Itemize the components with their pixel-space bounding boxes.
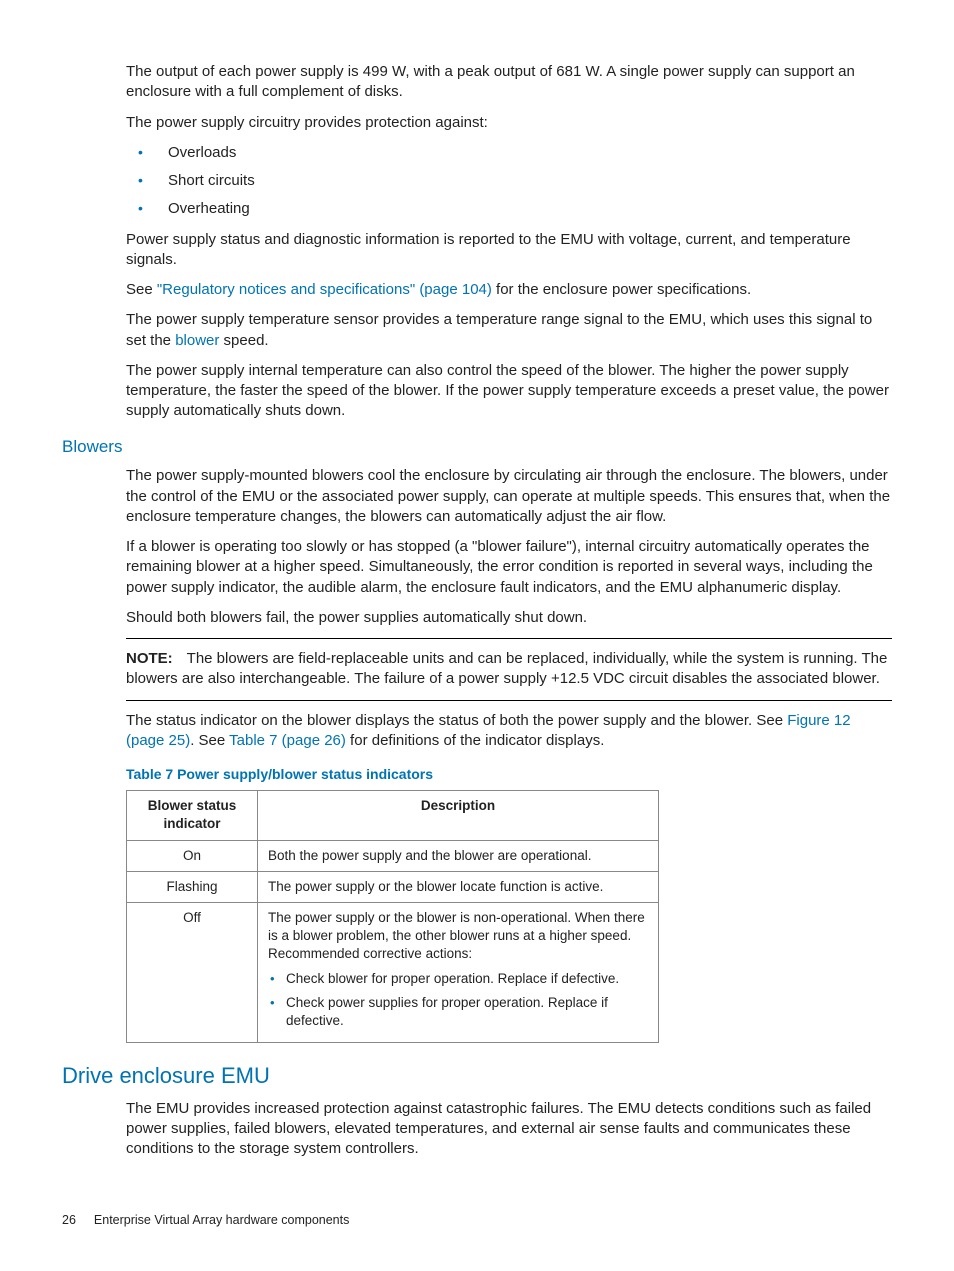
link-table-7[interactable]: Table 7 (page 26) (229, 732, 346, 749)
para: See "Regulatory notices and specificatio… (126, 280, 892, 300)
table-caption: Table 7 Power supply/blower status indic… (126, 765, 892, 784)
bullet-list: Overloads Short circuits Overheating (126, 143, 892, 220)
text: The power supply or the blower is non-op… (268, 910, 645, 961)
para: Power supply status and diagnostic infor… (126, 230, 892, 271)
cell-description: The power supply or the blower locate fu… (258, 871, 659, 902)
para: The power supply circuitry provides prot… (126, 113, 892, 133)
list-item: Overloads (126, 143, 892, 163)
table-header-row: Blower status indicator Description (127, 791, 659, 840)
col-header-description: Description (258, 791, 659, 840)
page-footer: 26 Enterprise Virtual Array hardware comp… (62, 1212, 349, 1229)
cell-indicator: Flashing (127, 871, 258, 902)
para: If a blower is operating too slowly or h… (126, 537, 892, 598)
cell-indicator: On (127, 840, 258, 871)
list-item: Check power supplies for proper operatio… (268, 994, 648, 1030)
link-blower[interactable]: blower (175, 332, 219, 349)
para: Should both blowers fail, the power supp… (126, 608, 892, 628)
para: The power supply-mounted blowers cool th… (126, 466, 892, 527)
para: The power supply temperature sensor prov… (126, 310, 892, 351)
intro-block: The output of each power supply is 499 W… (126, 62, 892, 1160)
list-item: Check blower for proper operation. Repla… (268, 970, 648, 988)
text: for definitions of the indicator display… (346, 732, 604, 749)
col-header-indicator: Blower status indicator (127, 791, 258, 840)
rule (126, 638, 892, 639)
para: The EMU provides increased protection ag… (126, 1099, 892, 1160)
table-row: On Both the power supply and the blower … (127, 840, 659, 871)
cell-description: Both the power supply and the blower are… (258, 840, 659, 871)
footer-title: Enterprise Virtual Array hardware compon… (94, 1213, 349, 1227)
text: The status indicator on the blower displ… (126, 712, 787, 729)
rule (126, 700, 892, 701)
cell-description: The power supply or the blower is non-op… (258, 902, 659, 1042)
note-label: NOTE: (126, 650, 173, 667)
para: The output of each power supply is 499 W… (126, 62, 892, 103)
cell-indicator: Off (127, 902, 258, 1042)
para: The power supply internal temperature ca… (126, 361, 892, 422)
page-number: 26 (62, 1213, 76, 1227)
heading-drive-enclosure-emu: Drive enclosure EMU (62, 1061, 892, 1091)
text: speed. (219, 332, 268, 349)
status-table: Blower status indicator Description On B… (126, 790, 659, 1043)
text: . See (190, 732, 229, 749)
para: The status indicator on the blower displ… (126, 711, 892, 752)
table-row: Flashing The power supply or the blower … (127, 871, 659, 902)
note: NOTE:The blowers are field-replaceable u… (126, 649, 892, 690)
heading-blowers: Blowers (62, 436, 892, 459)
list-item: Short circuits (126, 171, 892, 191)
inner-list: Check blower for proper operation. Repla… (268, 970, 648, 1031)
text: for the enclosure power specifications. (492, 281, 751, 298)
link-regulatory-notices[interactable]: "Regulatory notices and specifications" … (157, 281, 492, 298)
list-item: Overheating (126, 199, 892, 219)
note-body: The blowers are field-replaceable units … (126, 650, 887, 687)
text: See (126, 281, 157, 298)
table-row: Off The power supply or the blower is no… (127, 902, 659, 1042)
